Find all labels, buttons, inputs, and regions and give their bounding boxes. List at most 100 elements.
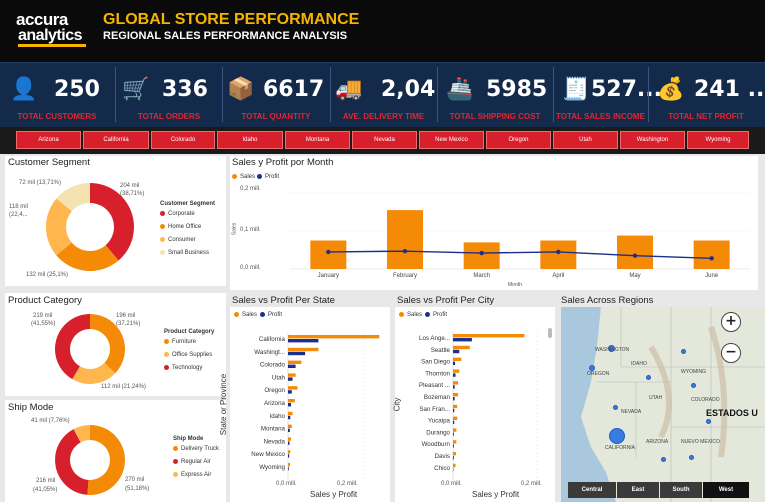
monthly-profit-point[interactable] xyxy=(326,249,331,255)
slicer-arizona[interactable]: Arizona xyxy=(16,131,81,149)
map-bubble[interactable] xyxy=(646,375,651,380)
hbar-sales-bar[interactable] xyxy=(288,347,319,352)
hbar-sales-bar[interactable] xyxy=(288,386,298,390)
hbar-profit-bar[interactable] xyxy=(453,373,456,377)
hbar-profit-bar[interactable] xyxy=(288,377,293,381)
map-bubble[interactable] xyxy=(681,349,686,354)
region-button-south[interactable]: South xyxy=(660,482,702,498)
state-chart[interactable]: California Washingt... Colorado Utah Oregon A… xyxy=(230,307,390,502)
slicer-idaho[interactable]: Idaho xyxy=(217,131,283,149)
hbar-sales-bar[interactable] xyxy=(453,416,458,420)
kpi-total-customers[interactable]: 👤 250 TOTAL CUSTOMERS xyxy=(0,63,114,126)
slicer-new-mexico[interactable]: New Mexico xyxy=(419,131,484,149)
monthly-profit-point[interactable] xyxy=(479,250,484,256)
hbar-sales-bar[interactable] xyxy=(453,428,457,432)
monthly-sales-bar[interactable] xyxy=(617,235,653,269)
monthly-sales-bar[interactable] xyxy=(387,210,423,269)
seg-legend-consumer[interactable]: Consumer xyxy=(160,237,196,243)
map-bubble[interactable] xyxy=(691,383,696,388)
hbar-sales-bar[interactable] xyxy=(288,411,293,416)
cat-legend-furniture[interactable]: Furniture xyxy=(164,339,196,345)
hbar-profit-bar[interactable] xyxy=(453,432,454,436)
hbar-sales-bar[interactable] xyxy=(288,335,380,339)
donut-slice[interactable] xyxy=(87,425,126,495)
hbar-profit-bar[interactable] xyxy=(453,349,460,354)
hbar-profit-bar[interactable] xyxy=(288,390,292,394)
slicer-nevada[interactable]: Nevada xyxy=(352,131,417,149)
region-button-west[interactable]: West xyxy=(703,482,749,498)
slicer-washington[interactable]: Washington xyxy=(620,131,685,149)
kpi-total-sales-income[interactable]: 🧾 527... TOTAL SALES INCOME xyxy=(554,63,662,126)
customer-segment-donut[interactable] xyxy=(5,156,226,286)
hbar-profit-bar[interactable] xyxy=(453,338,472,342)
cat-legend-technology[interactable]: Technology xyxy=(164,365,202,371)
hbar-profit-bar[interactable] xyxy=(288,415,291,420)
hbar-sales-bar[interactable] xyxy=(453,440,457,444)
hbar-sales-bar[interactable] xyxy=(453,452,456,456)
city-chart[interactable]: Los Ange... Seattle San Diego Thornton Pleas… xyxy=(395,307,555,502)
hbar-profit-bar[interactable] xyxy=(288,351,306,356)
hbar-sales-bar[interactable] xyxy=(453,369,460,373)
slicer-montana[interactable]: Montana xyxy=(285,131,350,149)
hbar-sales-bar[interactable] xyxy=(288,463,290,467)
monthly-sales-bar[interactable] xyxy=(540,240,577,270)
hbar-profit-bar[interactable] xyxy=(288,454,290,458)
hbar-sales-bar[interactable] xyxy=(288,424,292,428)
hbar-profit-bar[interactable] xyxy=(288,403,292,407)
monthly-sales-bar[interactable] xyxy=(463,242,500,269)
hbar-profit-bar[interactable] xyxy=(453,385,455,389)
hbar-sales-bar[interactable] xyxy=(288,450,291,454)
seg-legend-small-business[interactable]: Small Business xyxy=(160,250,209,256)
kpi-total-quantity[interactable]: 📦 6617 TOTAL QUANTITY xyxy=(223,63,329,126)
region-button-east[interactable]: East xyxy=(617,482,659,498)
map-bubble[interactable] xyxy=(609,428,625,444)
monthly-profit-line[interactable] xyxy=(328,250,712,260)
slicer-oregon[interactable]: Oregon xyxy=(486,131,551,149)
zoom-out-button[interactable]: − xyxy=(721,343,741,363)
hbar-profit-bar[interactable] xyxy=(288,364,296,368)
seg-legend-corporate[interactable]: Corporate xyxy=(160,211,195,217)
hbar-sales-bar[interactable] xyxy=(453,404,458,409)
hbar-profit-bar[interactable] xyxy=(288,428,290,432)
seg-legend-home-office[interactable]: Home Office xyxy=(160,224,201,230)
hbar-sales-bar[interactable] xyxy=(453,334,525,338)
hbar-profit-bar[interactable] xyxy=(288,441,290,445)
monthly-sales-bar[interactable] xyxy=(310,240,347,270)
hbar-profit-bar[interactable] xyxy=(288,339,319,343)
map-bubble[interactable] xyxy=(689,455,694,460)
slicer-california[interactable]: California xyxy=(83,131,149,149)
kpi-ave-delivery-time[interactable]: 🚚 2,04 AVE. DELIVERY TIME xyxy=(331,63,436,126)
monthly-sales-bar[interactable] xyxy=(693,240,730,270)
monthly-profit-point[interactable] xyxy=(632,253,638,258)
hbar-profit-bar[interactable] xyxy=(453,444,454,448)
monthly-chart[interactable]: January February March April May June xyxy=(230,156,758,290)
cat-legend-office-supplies[interactable]: Office Supplies xyxy=(164,352,212,358)
hbar-sales-bar[interactable] xyxy=(288,360,302,364)
hbar-profit-bar[interactable] xyxy=(453,456,454,460)
hbar-sales-bar[interactable] xyxy=(288,373,296,377)
kpi-total-orders[interactable]: 🛒 336 TOTAL ORDERS xyxy=(116,63,222,126)
map-bubble[interactable] xyxy=(661,457,666,462)
region-button-central[interactable]: Central xyxy=(568,482,616,498)
slicer-wyoming[interactable]: Wyoming xyxy=(687,131,749,149)
slicer-utah[interactable]: Utah xyxy=(553,131,618,149)
hbar-sales-bar[interactable] xyxy=(453,345,470,350)
hbar-profit-bar[interactable] xyxy=(453,408,455,413)
monthly-profit-point[interactable] xyxy=(709,256,714,261)
hbar-sales-bar[interactable] xyxy=(453,357,462,361)
slicer-colorado[interactable]: Colorado xyxy=(151,131,215,149)
hbar-sales-bar[interactable] xyxy=(288,399,295,403)
ship-legend-regular-air[interactable]: Regular Air xyxy=(173,459,211,465)
ship-legend-delivery-truck[interactable]: Delivery Truck xyxy=(173,446,219,452)
map-bubble[interactable] xyxy=(706,419,711,424)
zoom-in-button[interactable]: + xyxy=(721,312,741,332)
hbar-profit-bar[interactable] xyxy=(453,361,456,365)
hbar-sales-bar[interactable] xyxy=(453,381,459,385)
kpi-total-net-profit[interactable]: 💰 241 ... TOTAL NET PROFIT xyxy=(649,63,765,126)
ship-legend-express-air[interactable]: Express Air xyxy=(173,472,211,478)
hbar-profit-bar[interactable] xyxy=(288,467,289,471)
kpi-total-shipping-cost[interactable]: 🚢 5985 TOTAL SHIPPING COST xyxy=(438,63,552,126)
hbar-sales-bar[interactable] xyxy=(453,393,459,397)
hbar-profit-bar[interactable] xyxy=(453,420,455,424)
regions-map[interactable]: WASHINGTON OREGON IDAHO NEVADA UTAH CALI… xyxy=(561,307,765,502)
